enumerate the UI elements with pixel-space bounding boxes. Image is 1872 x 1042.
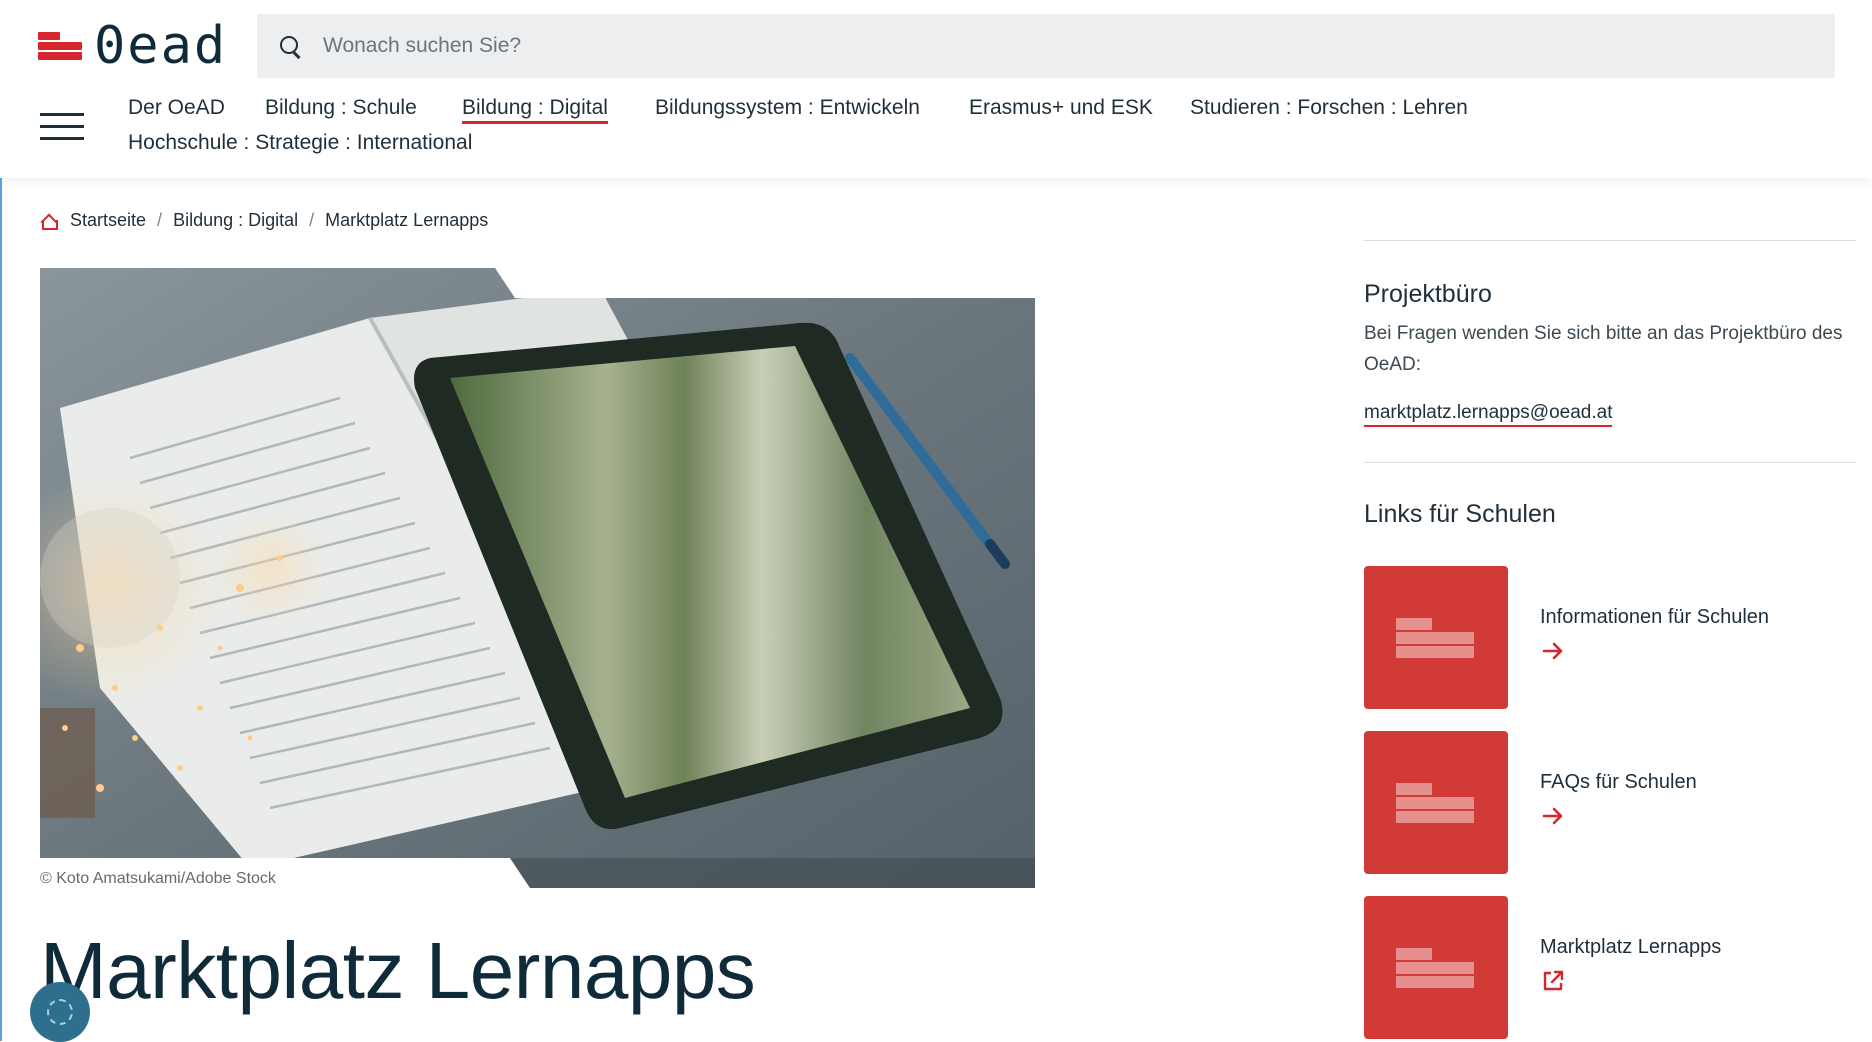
breadcrumb-bildung-digital[interactable]: Bildung : Digital: [173, 210, 298, 231]
nav-bildung-digital[interactable]: Bildung : Digital: [462, 96, 608, 124]
image-credit: © Koto Amatsukami/Adobe Stock: [40, 870, 276, 887]
oead-tile-icon: [1364, 731, 1508, 874]
nav-erasmus-esk[interactable]: Erasmus+ und ESK: [969, 96, 1153, 120]
projektbuero-title: Projektbüro: [1364, 280, 1492, 308]
breadcrumb-current: Marktplatz Lernapps: [325, 210, 489, 230]
external-link-icon[interactable]: [1540, 968, 1566, 994]
oead-logo[interactable]: 0ead: [38, 20, 227, 72]
link-card-label[interactable]: FAQs für Schulen: [1540, 771, 1697, 794]
oead-tile-icon: [1364, 896, 1508, 1039]
search-input[interactable]: [321, 33, 1725, 59]
nav-bildungssystem-entwickeln[interactable]: Bildungssystem : Entwickeln: [655, 96, 920, 120]
nav-hochschule-strategie-international[interactable]: Hochschule : Strategie : International: [128, 131, 472, 155]
site-header: 0ead Der OeAD Bildung : Schule Bildung :…: [0, 0, 1872, 178]
breadcrumb: Startseite / Bildung : Digital / Marktpl…: [40, 210, 488, 231]
arrow-right-icon[interactable]: [1540, 803, 1566, 829]
link-card-marktplatz[interactable]: Marktplatz Lernapps: [1364, 896, 1872, 1041]
hero-image: [40, 268, 1035, 888]
projektbuero-text: Bei Fragen wenden Sie sich bitte an das …: [1364, 323, 1843, 375]
link-card-faqs[interactable]: FAQs für Schulen: [1364, 731, 1872, 876]
nav-studieren-forschen-lehren[interactable]: Studieren : Forschen : Lehren: [1190, 96, 1468, 120]
home-icon[interactable]: [40, 214, 58, 230]
link-card-label[interactable]: Informationen für Schulen: [1540, 606, 1769, 629]
link-card-label[interactable]: Marktplatz Lernapps: [1540, 936, 1721, 959]
links-title: Links für Schulen: [1364, 500, 1556, 528]
nav-bildung-schule[interactable]: Bildung : Schule: [265, 96, 417, 120]
search-bar[interactable]: [257, 14, 1835, 78]
link-card-informationen[interactable]: Informationen für Schulen: [1364, 566, 1872, 711]
breadcrumb-separator: /: [157, 210, 163, 230]
nav-der-oead[interactable]: Der OeAD: [128, 96, 225, 120]
logo-mark-icon: [38, 28, 84, 64]
sidebar-divider: [1364, 462, 1856, 463]
arrow-right-icon[interactable]: [1540, 638, 1566, 664]
breadcrumb-startseite[interactable]: Startseite: [70, 210, 146, 231]
menu-icon[interactable]: [40, 113, 84, 141]
projektbuero-email-link[interactable]: marktplatz.lernapps@oead.at: [1364, 402, 1613, 427]
oead-tile-icon: [1364, 566, 1508, 709]
breadcrumb-separator: /: [309, 210, 315, 230]
sidebar-divider: [1364, 240, 1856, 241]
page-title: Marktplatz Lernapps: [40, 926, 756, 1015]
logo-text: 0ead: [94, 16, 228, 76]
search-icon[interactable]: [279, 35, 301, 57]
cookie-settings-icon[interactable]: [30, 982, 90, 1042]
